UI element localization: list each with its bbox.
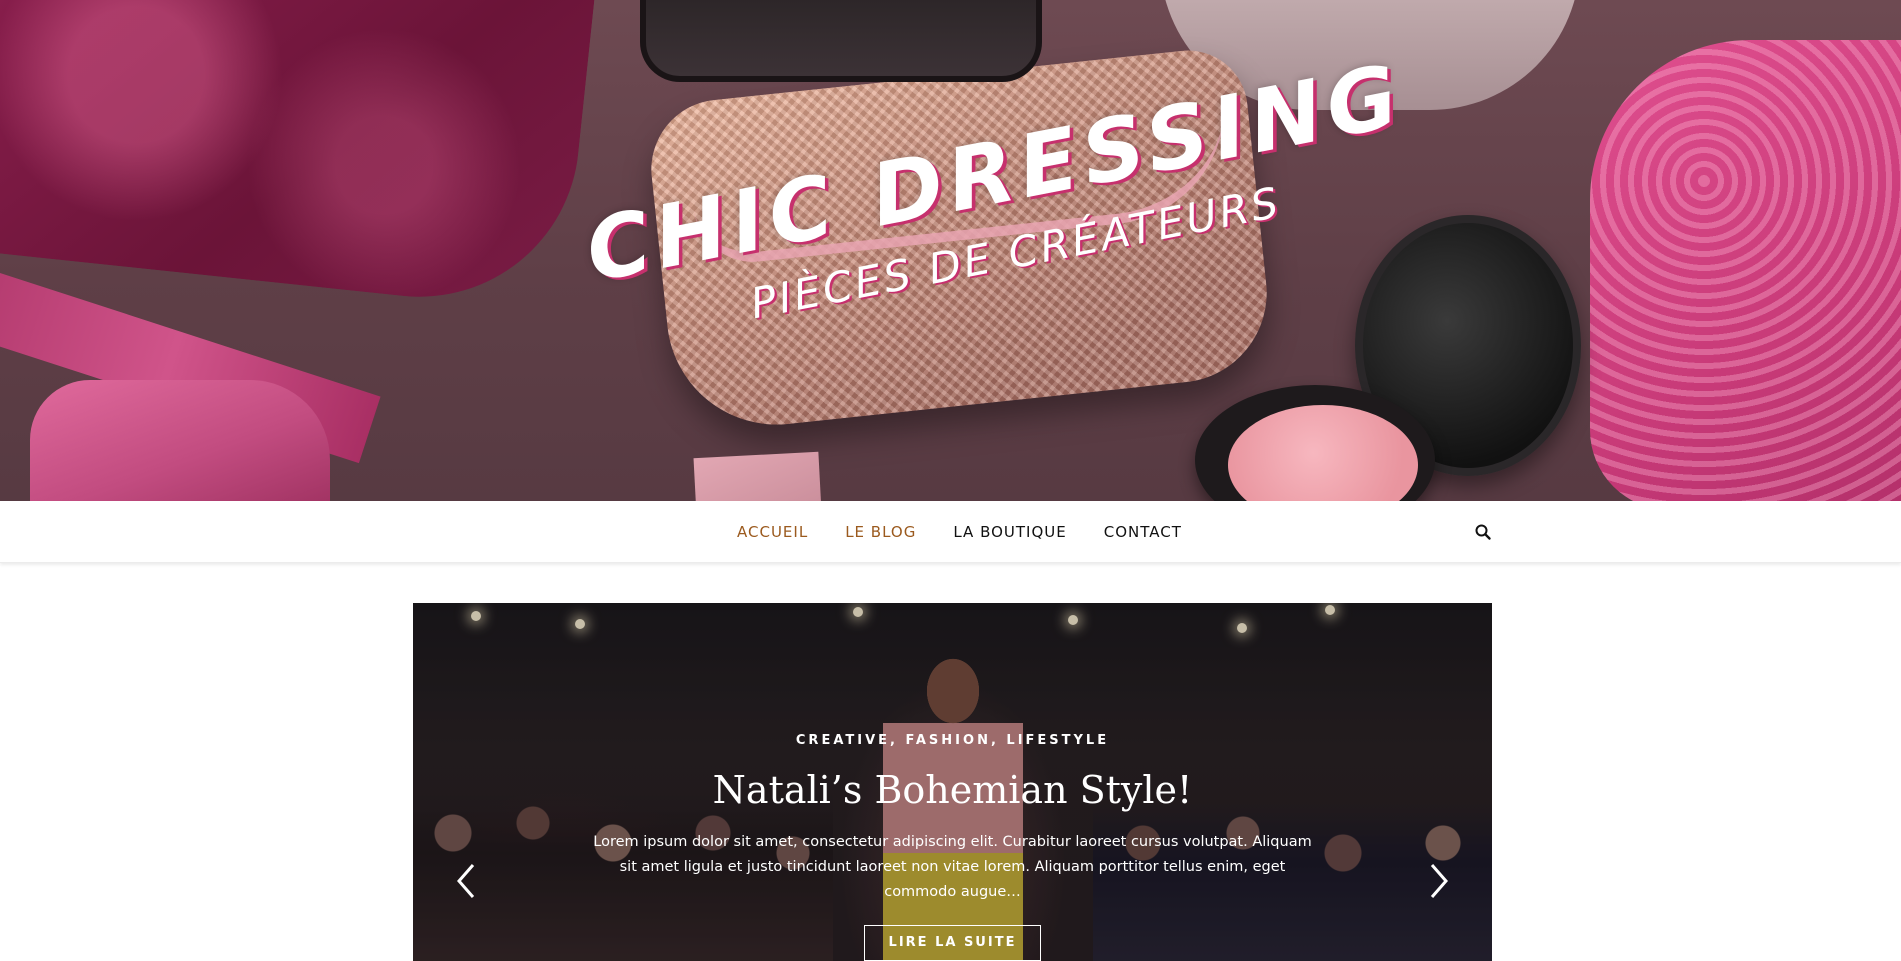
slide-title[interactable]: Natali’s Bohemian Style! bbox=[413, 768, 1492, 812]
slider-next-button[interactable] bbox=[1424, 861, 1454, 901]
main-navigation: ACCUEIL LE BLOG LA BOUTIQUE CONTACT bbox=[0, 501, 1901, 563]
nav-menu: ACCUEIL LE BLOG LA BOUTIQUE CONTACT bbox=[737, 501, 1219, 562]
read-more-button[interactable]: LIRE LA SUITE bbox=[863, 925, 1042, 961]
chevron-left-icon bbox=[457, 864, 475, 898]
slide-content: CREATIVE, FASHION, LIFESTYLE Natali’s Bo… bbox=[413, 733, 1492, 961]
slide-categories[interactable]: CREATIVE, FASHION, LIFESTYLE bbox=[413, 733, 1492, 748]
lace-image bbox=[1590, 40, 1901, 501]
featured-slider: CREATIVE, FASHION, LIFESTYLE Natali’s Bo… bbox=[413, 603, 1492, 961]
nav-item-contact[interactable]: CONTACT bbox=[1104, 523, 1182, 541]
slider-prev-button[interactable] bbox=[451, 861, 481, 901]
nav-item-la-boutique[interactable]: LA BOUTIQUE bbox=[953, 523, 1066, 541]
nav-item-accueil[interactable]: ACCUEIL bbox=[737, 523, 808, 541]
velvet-fabric-image bbox=[0, 0, 595, 313]
slide-excerpt: Lorem ipsum dolor sit amet, consectetur … bbox=[593, 834, 1312, 900]
card-image bbox=[693, 451, 822, 501]
header-banner: CHIC DRESSING PIÈCES DE CRÉATEURS bbox=[0, 0, 1901, 501]
search-icon bbox=[1475, 524, 1491, 540]
search-button[interactable] bbox=[1474, 523, 1492, 541]
chevron-right-icon bbox=[1430, 864, 1448, 898]
bow-image bbox=[30, 380, 330, 501]
nav-item-le-blog[interactable]: LE BLOG bbox=[845, 523, 916, 541]
sunglasses-image bbox=[640, 0, 1042, 82]
